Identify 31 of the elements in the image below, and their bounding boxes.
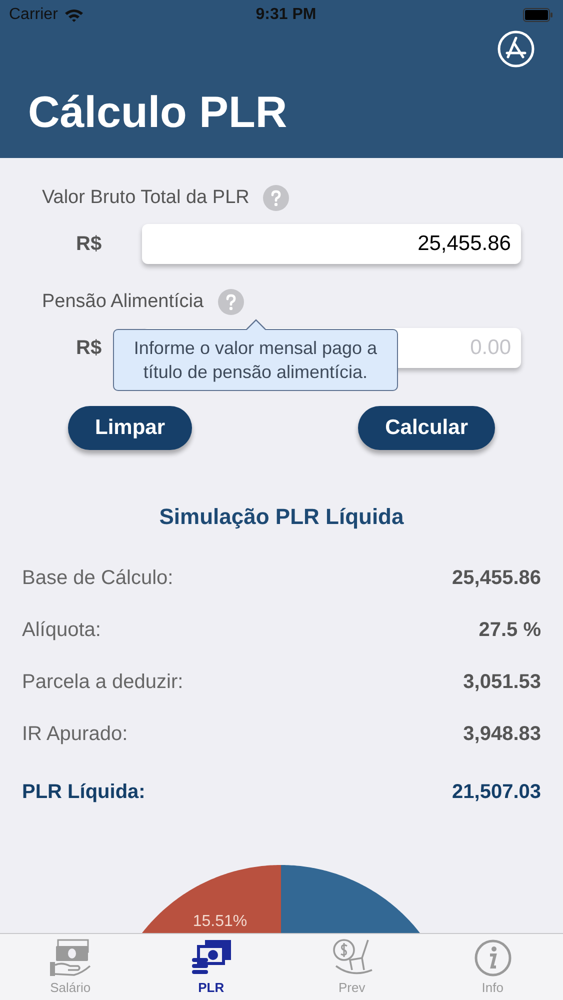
section-title: Simulação PLR Líquida bbox=[158, 504, 405, 530]
money-hand-icon bbox=[48, 938, 92, 978]
amount-field[interactable]: 25,455.86 bbox=[142, 224, 521, 264]
action-button[interactable]: Calcular bbox=[358, 406, 495, 450]
tooltip: Informe o valor mensal pago a título de pensão alimentícia. bbox=[113, 319, 398, 391]
tab-item[interactable]: PLR bbox=[140, 934, 282, 1000]
result-value: 27.5 % bbox=[478, 618, 541, 642]
action-button[interactable]: Limpar bbox=[68, 406, 192, 450]
slice-label: 15.51% bbox=[192, 912, 248, 930]
result-value: 3,948.83 bbox=[463, 722, 541, 746]
battery-icon bbox=[523, 8, 553, 22]
result-value: 21,507.03 bbox=[452, 780, 541, 804]
field-label: Pensão Alimentícia bbox=[42, 291, 204, 313]
currency-label: R$ bbox=[76, 232, 103, 256]
help-icon[interactable] bbox=[218, 289, 244, 315]
result-label: Alíquota: bbox=[22, 618, 101, 642]
field-label: Valor Bruto Total da PLR bbox=[42, 187, 250, 209]
result-label: PLR Líquida: bbox=[22, 780, 146, 804]
result-label: Base de Cálculo: bbox=[22, 566, 174, 590]
status-time: 9:31 PM bbox=[256, 6, 316, 24]
tooltip-pointer bbox=[246, 319, 266, 330]
result-label: IR Apurado: bbox=[22, 722, 128, 746]
carrier-label: Carrier bbox=[9, 6, 58, 24]
wifi-icon bbox=[64, 8, 84, 22]
help-icon[interactable] bbox=[263, 185, 290, 211]
result-value: 3,051.53 bbox=[463, 670, 541, 694]
result-value: 25,455.86 bbox=[452, 566, 541, 590]
result-label: Parcela a deduzir: bbox=[22, 670, 184, 694]
info-icon bbox=[472, 938, 513, 978]
app-store-icon[interactable] bbox=[497, 30, 535, 68]
page-title: Cálculo PLR bbox=[28, 88, 288, 138]
